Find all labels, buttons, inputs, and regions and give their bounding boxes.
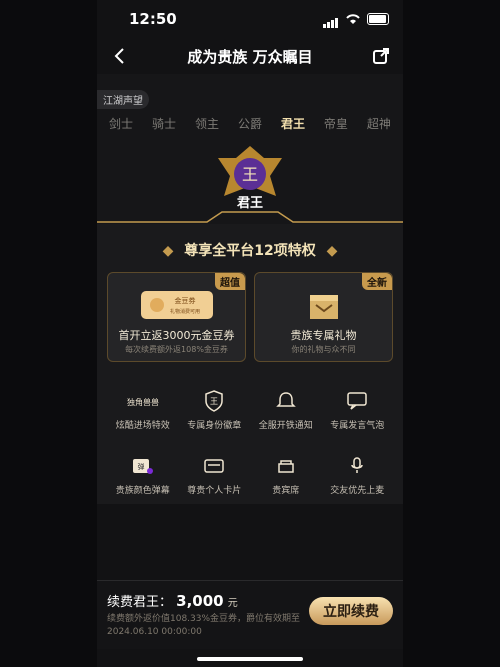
privilege-label: 尊贵个人卡片 xyxy=(187,486,242,496)
privilege-item[interactable]: 专属发言气泡 xyxy=(322,386,394,431)
danmaku-text: 弹 xyxy=(137,462,144,471)
phone-screen: 12:50 成为贵族 万众瞩目 江湖声望 剑士 骑士 领主 公爵 君王 帝皇 超… xyxy=(97,0,403,667)
privilege-label: 交友优先上麦 xyxy=(330,486,385,496)
privilege-grid: 独角兽兽 炫酷进场特效 王 专属身份徽章 全服开铁通知 专属发言气泡 弹 贵族颜… xyxy=(107,386,393,496)
svg-text:王: 王 xyxy=(242,167,258,184)
coupon-note: 礼物消费可用 xyxy=(169,308,199,315)
coupon-card[interactable]: 超值 金豆券 礼物消费可用 首开立返3000元金豆券 每次续费额外返108%金豆… xyxy=(107,272,246,362)
privilege-label: 炫酷进场特效 xyxy=(115,421,170,431)
share-button[interactable] xyxy=(369,44,393,68)
renew-note-line2: 2024.06.10 00:00:00 xyxy=(107,627,202,637)
cellular-icon xyxy=(323,10,339,28)
back-button[interactable] xyxy=(107,44,131,68)
tab-qishi[interactable]: 骑士 xyxy=(152,115,176,132)
chevron-left-icon xyxy=(114,48,124,64)
gift-box-icon xyxy=(309,295,338,319)
privilege-section: ◆ 尊享全平台12项特权 ◆ 超值 金豆券 礼物消费可用 首开立返3000元金豆… xyxy=(97,224,403,504)
gift-illustration xyxy=(255,287,392,323)
chat-bubble-icon xyxy=(322,386,394,416)
privilege-cards: 超值 金豆券 礼物消费可用 首开立返3000元金豆券 每次续费额外返108%金豆… xyxy=(107,272,393,362)
coupon-sub-text: 每次续费额外返108%金豆券 xyxy=(125,345,228,354)
renew-note: 续费额外返价值108.33%金豆券，爵位有效期至 2024.06.10 00:0… xyxy=(107,613,300,639)
privilege-label: 专属身份徽章 xyxy=(187,421,242,431)
badge-icon: 王 xyxy=(179,386,251,416)
coupon-icon: 金豆券 礼物消费可用 xyxy=(140,291,213,319)
privilege-label: 全服开铁通知 xyxy=(258,421,313,431)
tab-gongjue[interactable]: 公爵 xyxy=(238,115,262,132)
decorative-gold-line xyxy=(97,211,403,223)
status-icons xyxy=(323,10,389,28)
coupon-illustration: 金豆券 礼物消费可用 xyxy=(108,287,245,323)
decor-dot-icon: ◆ xyxy=(162,243,174,259)
reputation-tag: 江湖声望 xyxy=(97,90,149,109)
privilege-item[interactable]: 王 专属身份徽章 xyxy=(179,386,251,431)
renew-prefix: 续费君王： xyxy=(107,595,173,610)
gift-card[interactable]: 全新 贵族专属礼物 你的礼物与众不同 xyxy=(254,272,393,362)
coupon-main-text: 首开立返3000元金豆券 xyxy=(118,329,235,342)
share-icon xyxy=(372,48,389,64)
coupon-label: 金豆券 xyxy=(174,296,195,305)
gift-sub-text: 你的礼物与众不同 xyxy=(291,345,356,354)
privilege-item[interactable]: 独角兽兽 炫酷进场特效 xyxy=(107,386,179,431)
vip-seat-icon xyxy=(250,451,322,481)
gift-main-text: 贵族专属礼物 xyxy=(290,329,357,342)
status-bar: 12:50 xyxy=(97,0,403,38)
renew-button[interactable]: 立即续费 xyxy=(309,597,393,625)
renew-note-line1: 续费额外返价值108.33%金豆券，爵位有效期至 xyxy=(107,614,301,624)
wifi-icon xyxy=(346,14,360,24)
privilege-label: 贵族颜色弹幕 xyxy=(115,486,170,496)
profile-card-icon xyxy=(179,451,251,481)
status-time: 12:50 xyxy=(129,10,177,28)
page-title: 成为贵族 万众瞩目 xyxy=(187,47,313,66)
rank-title: 君王 xyxy=(236,196,263,211)
tab-junwang[interactable]: 君王 xyxy=(281,115,305,132)
home-indicator xyxy=(197,657,303,661)
tab-dihuang[interactable]: 帝皇 xyxy=(324,115,348,132)
privilege-item[interactable]: 弹 贵族颜色弹幕 xyxy=(107,451,179,496)
renew-bar: 续费君王： 3,000 元 续费额外返价值108.33%金豆券，爵位有效期至 2… xyxy=(97,580,403,649)
badge-text: 王 xyxy=(210,397,218,406)
privilege-title: ◆ 尊享全平台12项特权 ◆ xyxy=(107,240,393,260)
privilege-item[interactable]: 贵宾席 xyxy=(250,451,322,496)
renew-unit: 元 xyxy=(227,598,238,609)
tab-lingzhu[interactable]: 领主 xyxy=(195,115,219,132)
decor-dot-icon: ◆ xyxy=(326,243,338,259)
battery-icon xyxy=(367,13,389,25)
renew-price: 续费君王： 3,000 元 xyxy=(107,591,238,610)
entry-effect-text: 独角兽兽 xyxy=(127,397,159,407)
privilege-item[interactable]: 交友优先上麦 xyxy=(322,451,394,496)
privilege-item[interactable]: 尊贵个人卡片 xyxy=(179,451,251,496)
rank-tabs: 剑士 骑士 领主 公爵 君王 帝皇 超神 xyxy=(109,115,391,132)
privilege-item[interactable]: 全服开铁通知 xyxy=(250,386,322,431)
danmaku-icon: 弹 xyxy=(107,451,179,481)
privilege-title-text: 尊享全平台12项特权 xyxy=(184,243,316,259)
tab-jianshi[interactable]: 剑士 xyxy=(109,115,133,132)
renew-amount: 3,000 xyxy=(176,592,224,610)
privilege-label: 贵宾席 xyxy=(272,486,300,496)
tab-chaoshen[interactable]: 超神 xyxy=(367,115,391,132)
privilege-label: 专属发言气泡 xyxy=(330,421,385,431)
rank-hero: 江湖声望 剑士 骑士 领主 公爵 君王 帝皇 超神 王 君王 xyxy=(97,74,403,224)
bell-icon xyxy=(250,386,322,416)
nav-bar: 成为贵族 万众瞩目 xyxy=(97,38,403,74)
entry-effect-icon: 独角兽兽 xyxy=(107,386,179,416)
microphone-icon xyxy=(322,451,394,481)
